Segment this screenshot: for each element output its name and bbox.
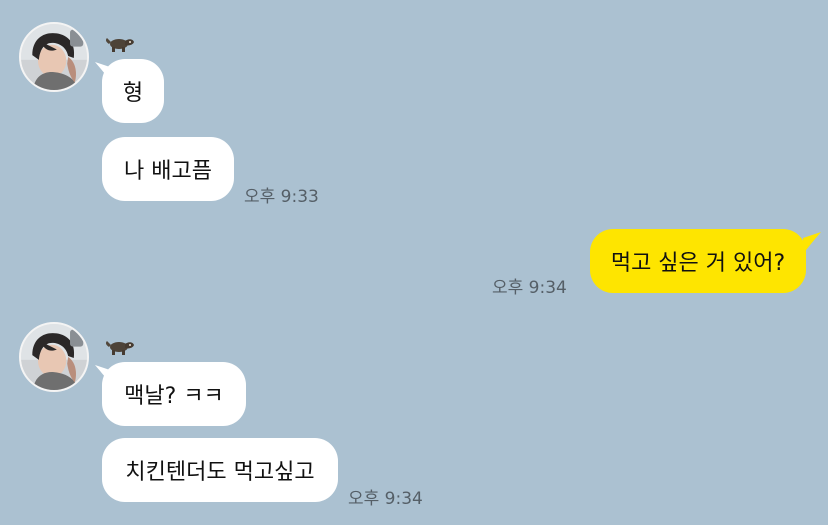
message-timestamp: 오후 9:34 — [492, 278, 567, 298]
outgoing-message-bubble[interactable]: 먹고 싶은 거 있어? — [590, 229, 806, 293]
chat-room: 형 나 배고픔 오후 9:33 오후 9:34 먹고 싶은 거 있어? 맥날? … — [0, 0, 828, 525]
message-text: 나 배고픔 — [124, 159, 212, 184]
message-text: 먹고 싶은 거 있어? — [610, 251, 786, 276]
profile-photo-avatar — [21, 324, 87, 390]
message-timestamp: 오후 9:33 — [244, 187, 319, 207]
raccoon-icon — [105, 38, 134, 52]
bubble-tail-shape — [803, 232, 821, 254]
message-text: 맥날? ㅋㅋ — [124, 384, 224, 409]
message-text: 치킨텐더도 먹고싶고 — [125, 460, 315, 485]
sender-name — [105, 336, 135, 356]
incoming-message-bubble[interactable]: 맥날? ㅋㅋ — [102, 362, 246, 426]
sender-name — [105, 33, 135, 53]
incoming-message-bubble[interactable]: 형 — [102, 59, 164, 123]
raccoon-icon — [105, 341, 134, 355]
message-text: 형 — [122, 81, 144, 106]
sender-avatar[interactable] — [19, 22, 89, 92]
incoming-message-bubble[interactable]: 치킨텐더도 먹고싶고 — [102, 438, 338, 502]
outgoing-bubble-tail — [803, 232, 821, 254]
profile-photo-avatar — [21, 24, 87, 90]
sender-avatar[interactable] — [19, 322, 89, 392]
incoming-message-bubble[interactable]: 나 배고픔 — [102, 137, 234, 201]
message-timestamp: 오후 9:34 — [348, 489, 423, 509]
